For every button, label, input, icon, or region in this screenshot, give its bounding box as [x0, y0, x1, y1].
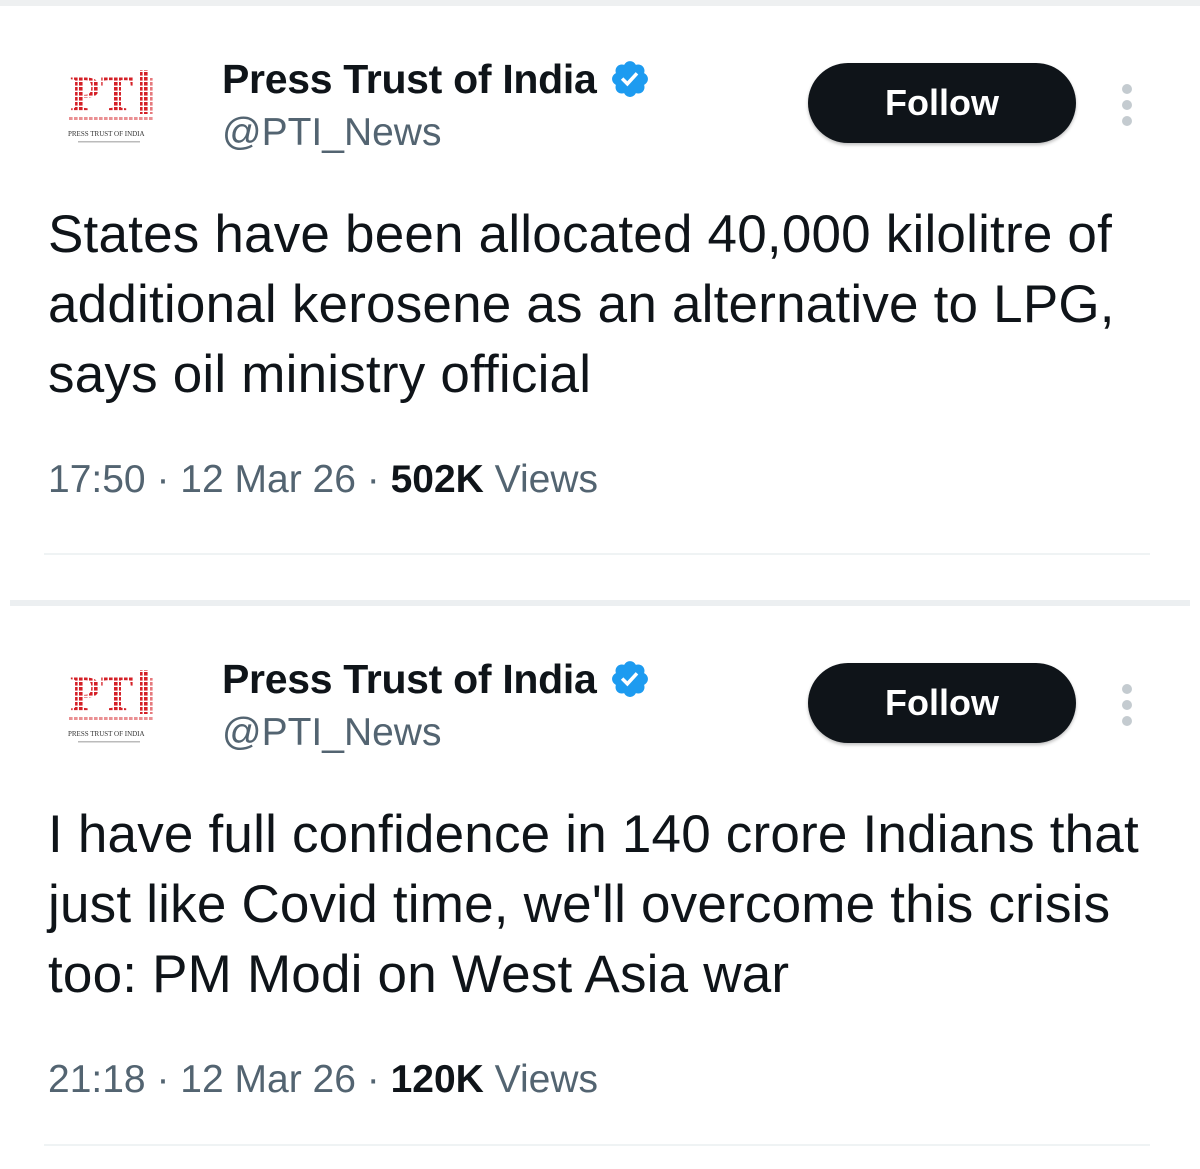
- views-count[interactable]: 120K: [391, 1058, 484, 1101]
- divider: [44, 1144, 1150, 1146]
- tweet-meta: 17:50 · 12 Mar 26 · 502K Views: [48, 455, 598, 505]
- tweet-text: I have full confidence in 140 crore Indi…: [48, 805, 1139, 1004]
- meta-separator: ·: [366, 1058, 380, 1101]
- views-label: Views: [494, 458, 598, 501]
- meta-separator: ·: [156, 458, 170, 501]
- meta-separator: ·: [366, 458, 380, 501]
- author-name[interactable]: Press Trust of India: [222, 654, 597, 704]
- divider: [44, 553, 1150, 555]
- tweet-time[interactable]: 21:18: [48, 1058, 146, 1101]
- tweet-meta: 21:18 · 12 Mar 26 · 120K Views: [48, 1055, 598, 1105]
- author-name[interactable]: Press Trust of India: [222, 54, 597, 104]
- tweet-date[interactable]: 12 Mar 26: [180, 458, 356, 501]
- author-row: Press Trust of India: [222, 654, 651, 704]
- author-row: Press Trust of India: [222, 54, 651, 104]
- author-handle[interactable]: @PTI_News: [222, 708, 441, 758]
- tweet-text: States have been allocated 40,000 kiloli…: [48, 205, 1115, 404]
- tweet-date[interactable]: 12 Mar 26: [180, 1058, 356, 1101]
- more-vertical-icon[interactable]: [1114, 82, 1140, 128]
- section-divider: [10, 600, 1190, 606]
- views-label: Views: [494, 1058, 598, 1101]
- svg-text:PT: PT: [70, 665, 134, 721]
- verified-badge-icon: [611, 61, 648, 97]
- svg-text:PT: PT: [70, 65, 134, 121]
- follow-button[interactable]: Follow: [808, 663, 1076, 743]
- verified-badge-icon: [611, 661, 648, 697]
- more-vertical-icon[interactable]: [1114, 682, 1140, 728]
- views-count[interactable]: 502K: [391, 458, 484, 501]
- pti-logo-avatar[interactable]: PT PRESS TRUST OF INDIA: [64, 62, 164, 152]
- top-divider: [0, 0, 1200, 6]
- author-handle[interactable]: @PTI_News: [222, 108, 441, 158]
- pti-logo-avatar[interactable]: PT PRESS TRUST OF INDIA: [64, 662, 164, 752]
- svg-text:PRESS TRUST OF INDIA: PRESS TRUST OF INDIA: [68, 730, 145, 738]
- svg-text:PRESS TRUST OF INDIA: PRESS TRUST OF INDIA: [68, 130, 145, 138]
- meta-separator: ·: [156, 1058, 170, 1101]
- tweet-time[interactable]: 17:50: [48, 458, 146, 501]
- follow-button[interactable]: Follow: [808, 63, 1076, 143]
